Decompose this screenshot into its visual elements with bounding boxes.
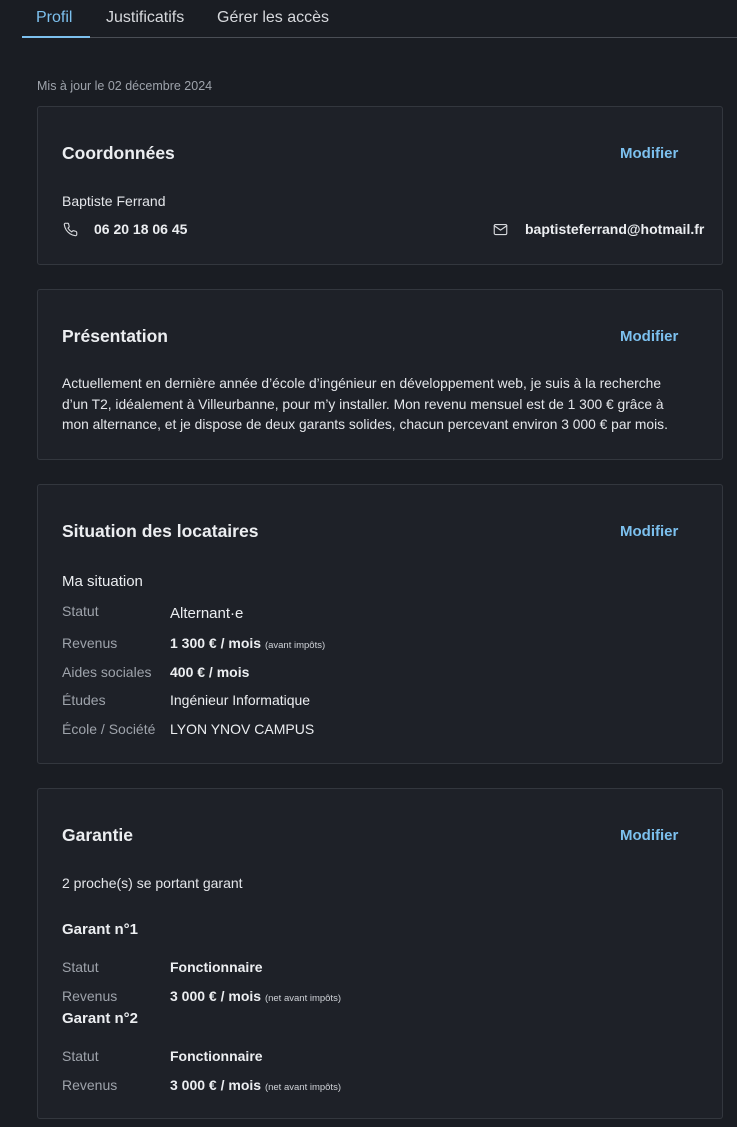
garant-1-statut: Fonctionnaire	[170, 959, 263, 975]
presentation-line: d’un T2, idéalement à Villeurbanne, pour…	[62, 396, 664, 412]
tab-gerer-acces[interactable]: Gérer les accès	[217, 0, 329, 38]
modify-situation-button[interactable]: Modifier	[620, 523, 678, 540]
situation-title: Situation des locataires	[62, 521, 259, 541]
aides-value: 400 € / mois	[170, 664, 250, 680]
tab-justificatifs[interactable]: Justificatifs	[106, 0, 184, 38]
phone-icon	[63, 222, 78, 237]
modify-coordonnees-button[interactable]: Modifier	[620, 145, 678, 162]
garant-2-statut-label: Statut	[62, 1048, 99, 1064]
aides-label: Aides sociales	[62, 664, 152, 680]
garant-1-title: Garant n°1	[62, 921, 139, 938]
presentation-line: Actuellement en dernière année d’école d…	[62, 376, 662, 391]
email-address: baptisteferrand@hotmail.fr	[525, 221, 705, 237]
situation-card: Situation des locataires Modifier Ma sit…	[37, 484, 723, 764]
phone-number: 06 20 18 06 45	[94, 221, 188, 237]
revenus-value: 1 300 € / mois (avant impôts)	[170, 635, 325, 651]
statut-label: Statut	[62, 603, 99, 619]
garant-1-revenus: 3 000 € / mois (net avant impôts)	[170, 988, 341, 1004]
ma-situation-subtitle: Ma situation	[62, 573, 143, 590]
garant-1-revenus-amount: 3 000 € / mois	[170, 988, 262, 1004]
last-updated: Mis à jour le 02 décembre 2024	[37, 79, 213, 93]
mail-icon	[493, 223, 508, 236]
presentation-card: Présentation Modifier Actuellement en de…	[37, 289, 723, 460]
revenus-note: (avant impôts)	[264, 640, 326, 651]
tab-bar: Profil Justificatifs Gérer les accès	[22, 0, 737, 38]
statut-value: Alternant·e	[170, 605, 244, 622]
garant-1-revenus-note: (net avant impôts)	[264, 993, 341, 1004]
ecole-value: LYON YNOV CAMPUS	[170, 721, 315, 737]
garant-2-revenus-label: Revenus	[62, 1077, 118, 1093]
garant-2-revenus-note: (net avant impôts)	[264, 1082, 341, 1093]
presentation-title: Présentation	[62, 326, 168, 346]
garantie-title: Garantie	[62, 825, 133, 845]
revenus-amount: 1 300 € / mois	[170, 635, 262, 651]
revenus-label: Revenus	[62, 635, 118, 651]
tab-profil[interactable]: Profil	[22, 0, 90, 38]
garant-2-revenus: 3 000 € / mois (net avant impôts)	[170, 1077, 341, 1093]
etudes-value: Ingénieur Informatique	[170, 692, 311, 708]
garantie-card: Garantie Modifier 2 proche(s) se portant…	[37, 788, 723, 1119]
garant-1-statut-label: Statut	[62, 959, 99, 975]
coordonnees-title: Coordonnées	[62, 143, 175, 163]
garant-1-revenus-label: Revenus	[62, 988, 118, 1004]
garant-count: 2 proche(s) se portant garant	[62, 875, 243, 891]
garant-2-title: Garant n°2	[62, 1010, 139, 1027]
modify-presentation-button[interactable]: Modifier	[620, 328, 678, 345]
presentation-text: Actuellement en dernière année d’école d…	[62, 374, 712, 436]
contact-name: Baptiste Ferrand	[62, 193, 166, 209]
garant-2-statut: Fonctionnaire	[170, 1048, 263, 1064]
garant-2-revenus-amount: 3 000 € / mois	[170, 1077, 262, 1093]
coordonnees-card: Coordonnées Modifier Baptiste Ferrand 06…	[37, 106, 723, 265]
etudes-label: Études	[62, 692, 106, 708]
modify-garantie-button[interactable]: Modifier	[620, 827, 678, 844]
presentation-line: mon alternance, et je dispose de deux ga…	[62, 417, 668, 432]
ecole-label: École / Société	[62, 721, 156, 737]
